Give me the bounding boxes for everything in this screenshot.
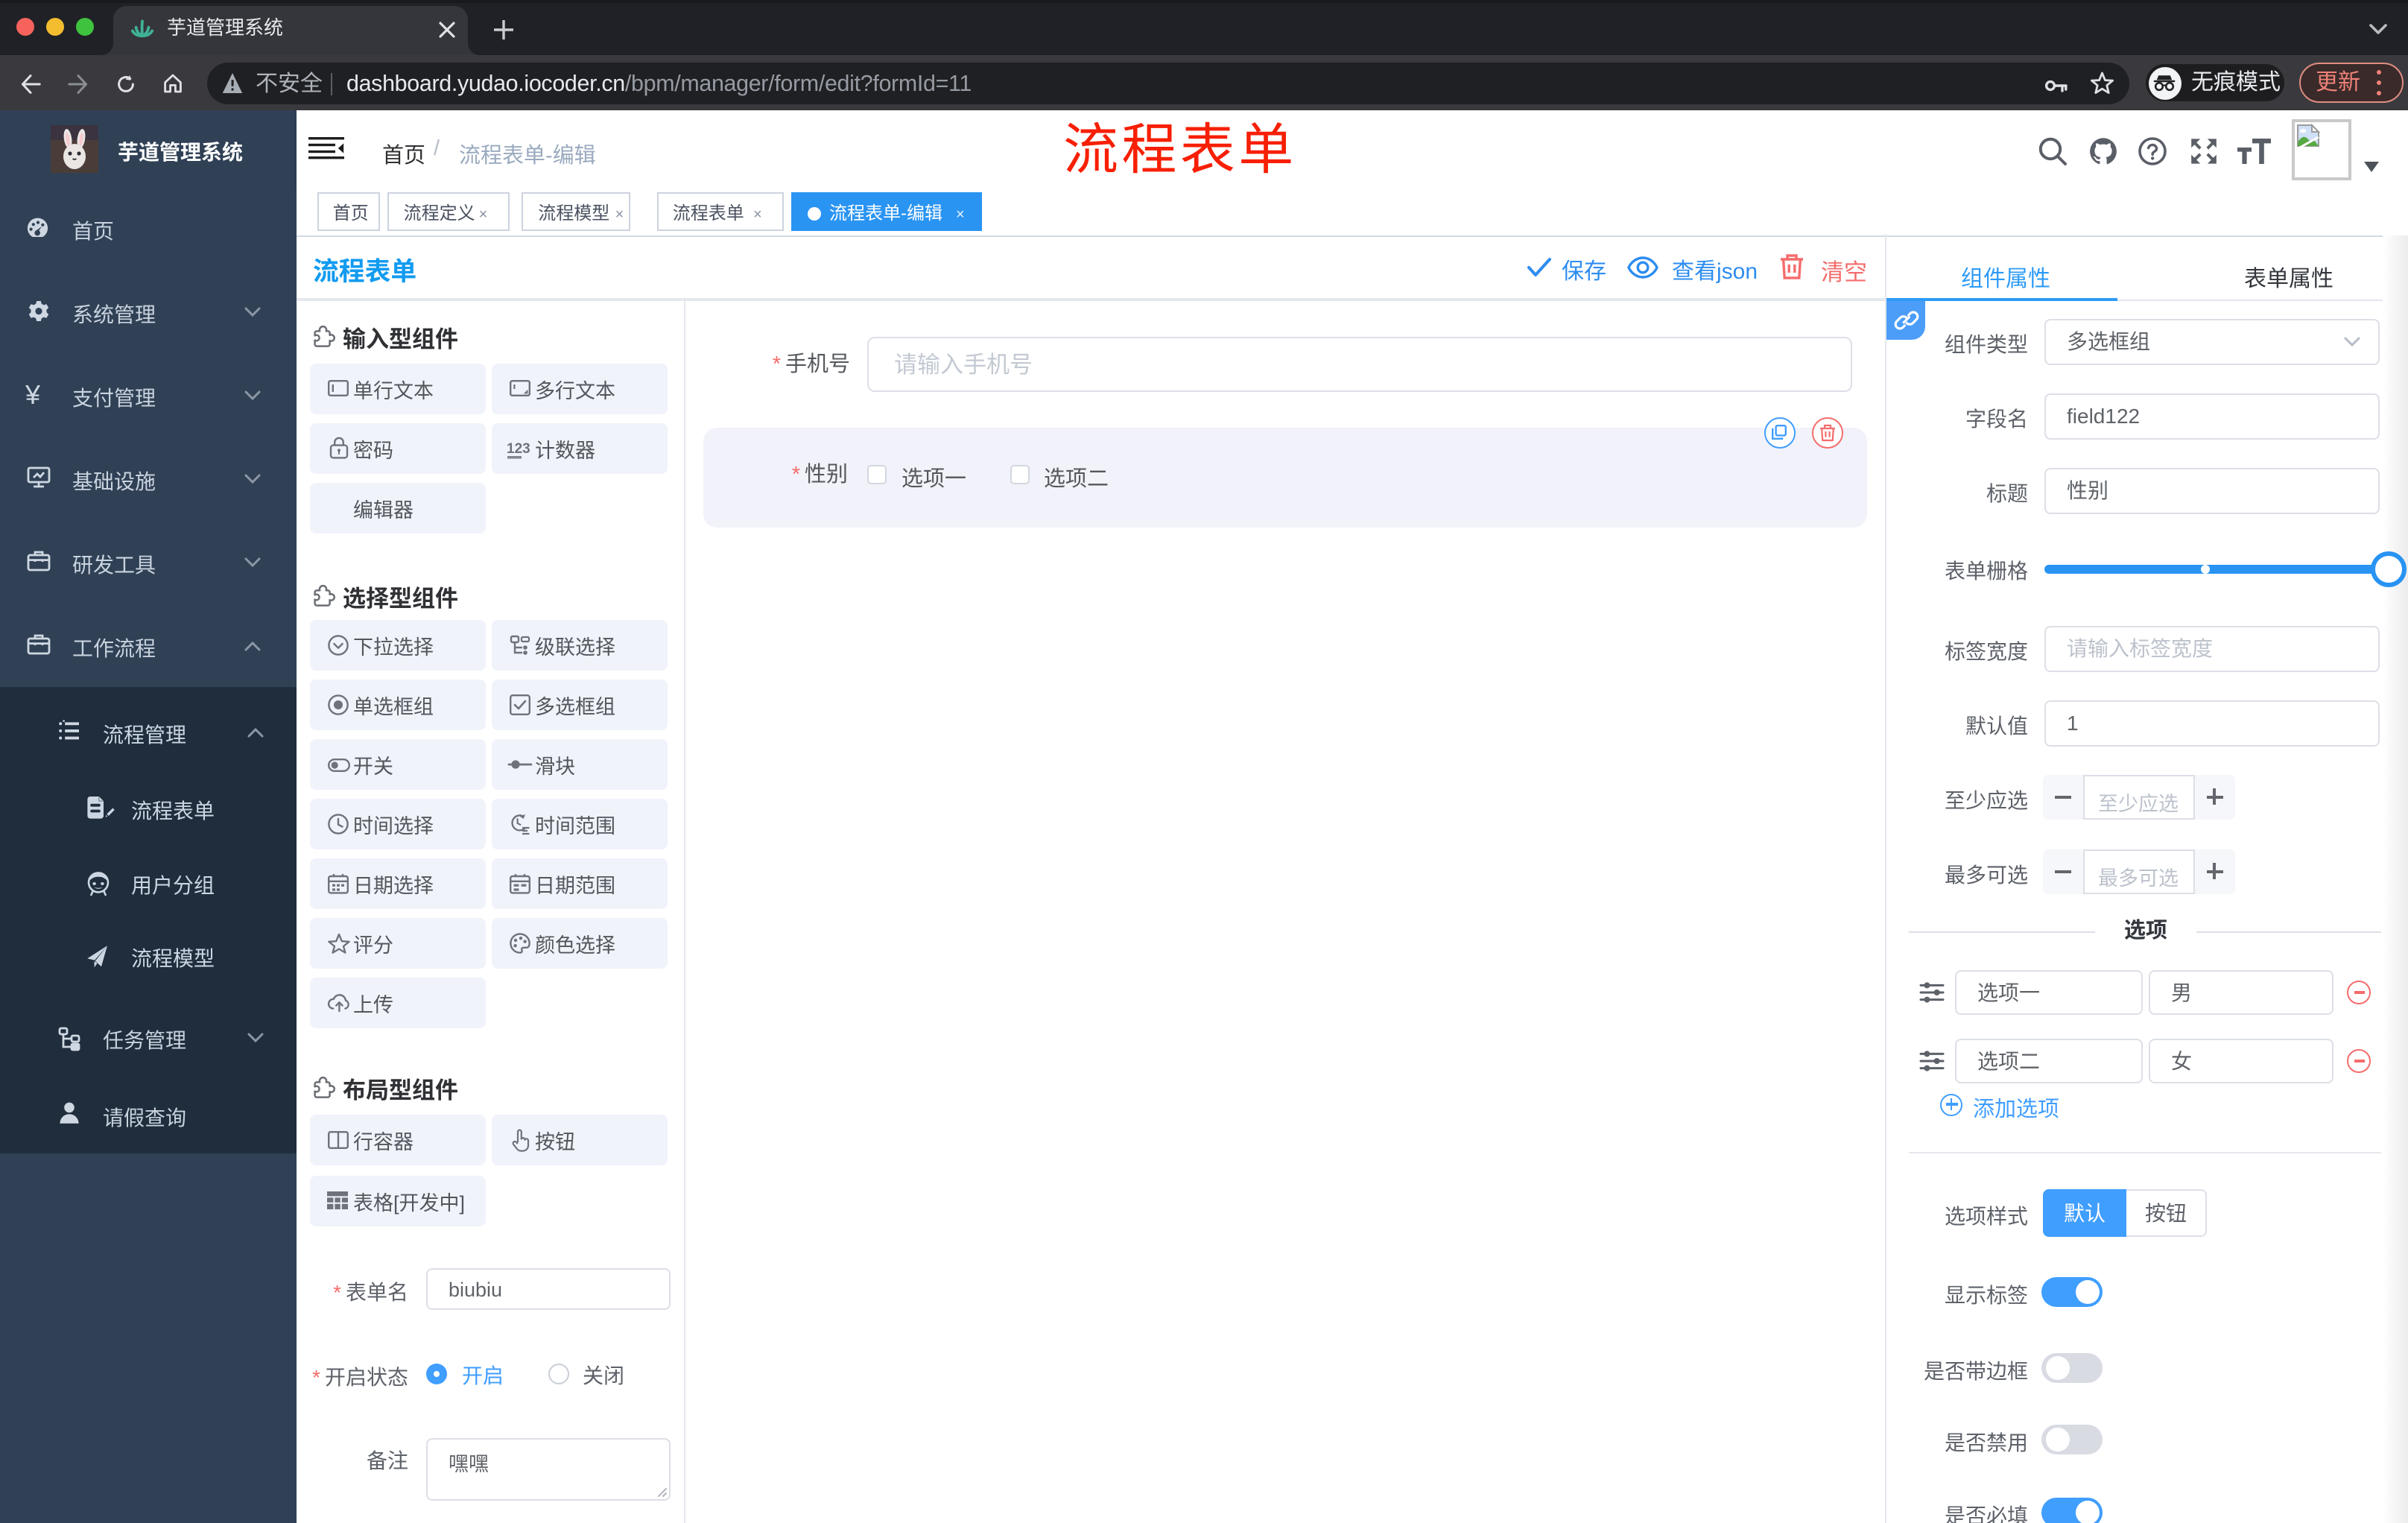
svg-text:123: 123	[507, 441, 530, 457]
